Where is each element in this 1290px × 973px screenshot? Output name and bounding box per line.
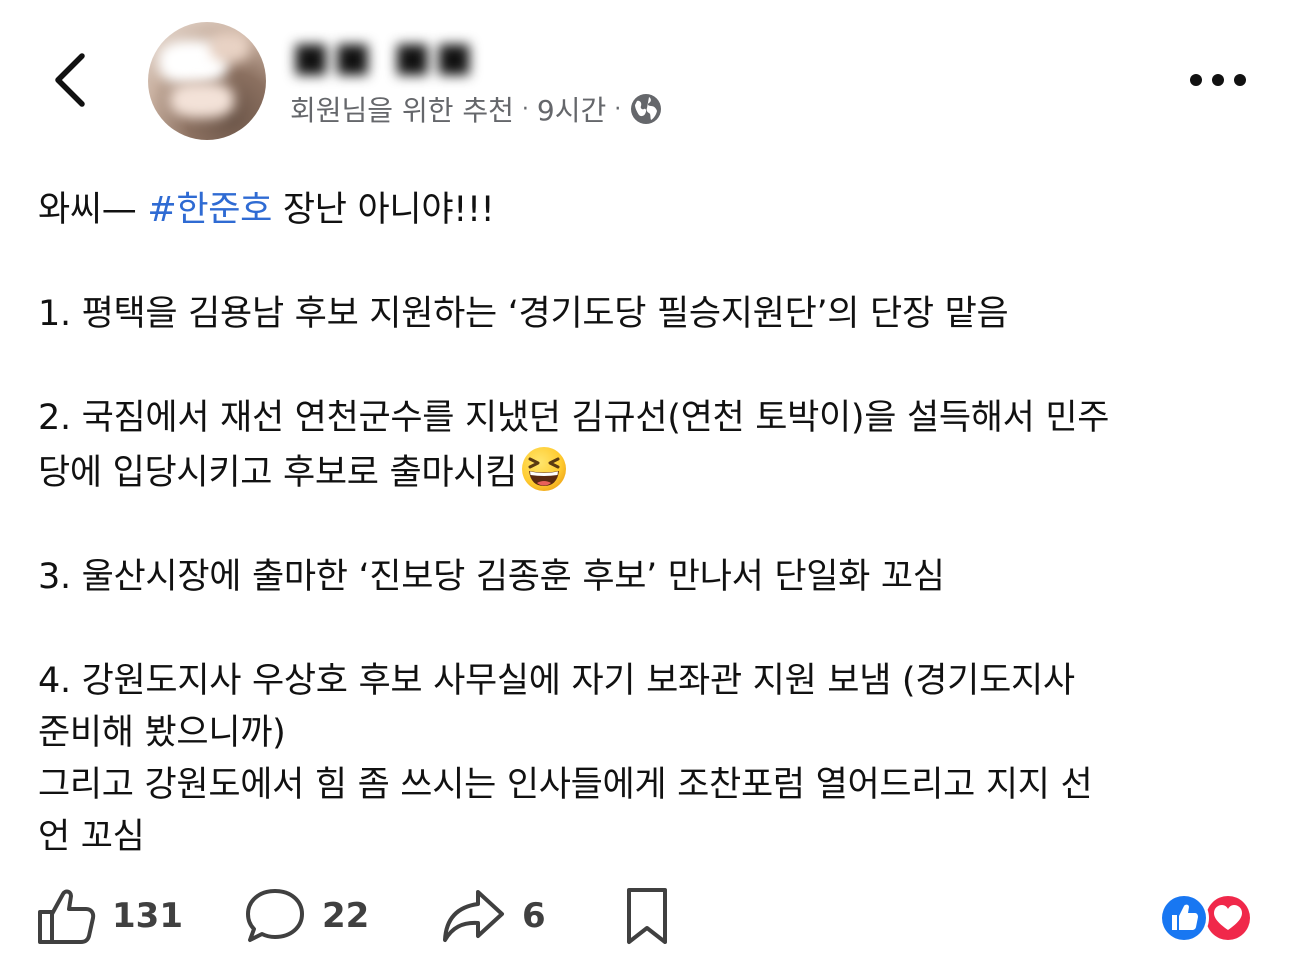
author-name[interactable]: ■■ ■■ — [292, 34, 477, 78]
headline-suffix: 장난 아니야!!! — [272, 190, 495, 230]
hashtag-link[interactable]: #한준호 — [147, 190, 272, 230]
post-headline: 와씨— #한준호 장난 아니야!!! — [38, 184, 1258, 236]
save-button[interactable] — [624, 884, 670, 948]
meta-separator: · — [521, 96, 529, 122]
list-item-2-line-1: 2. 국짐에서 재선 연천군수를 지냈던 김규선(연천 토박이)을 설득해서 민… — [38, 398, 1110, 438]
list-item-4-line-2: 준비해 봤으니까) — [38, 713, 286, 753]
post-text: 와씨— #한준호 장난 아니야!!! 1. 평택을 김용남 후보 지원하는 ‘경… — [38, 184, 1258, 863]
more-horizontal-icon — [1190, 74, 1246, 86]
avatar[interactable] — [148, 22, 266, 140]
action-bar: 131 22 6 — [0, 872, 1290, 962]
reaction-summary[interactable] — [1156, 890, 1256, 946]
more-options-button[interactable] — [1186, 60, 1250, 100]
headline-prefix: 와씨— — [38, 190, 148, 230]
list-item-1: 1. 평택을 김용남 후보 지원하는 ‘경기도당 필승지원단’의 단장 맡음 — [38, 294, 1009, 334]
comment-bubble-icon — [246, 889, 304, 942]
list-item-4-line-1: 4. 강원도지사 우상호 후보 사무실에 자기 보좌관 지원 보냄 (경기도지사 — [38, 661, 1075, 701]
list-item-2-text: 당에 입당시키고 후보로 출마시킴 — [38, 453, 518, 493]
like-reaction-icon — [1159, 893, 1209, 943]
list-item-2-line-2: 당에 입당시키고 후보로 출마시킴 — [38, 444, 1258, 499]
comment-button[interactable]: 22 — [244, 884, 369, 948]
grinning-squinting-face-icon — [522, 447, 567, 491]
back-button[interactable] — [44, 44, 104, 114]
post-time[interactable]: 9시간 — [537, 89, 606, 129]
post-header: ■■ ■■ 회원님을 위한 추천 · 9시간 · — [0, 0, 1290, 160]
list-item-4-line-3: 그리고 강원도에서 힘 좀 쓰시는 인사들에게 조찬포럼 열어드리고 지지 선 — [38, 765, 1093, 805]
globe-icon — [631, 94, 662, 124]
recommended-label: 회원님을 위한 추천 — [290, 94, 514, 127]
share-count: 6 — [522, 896, 546, 936]
comment-count: 22 — [322, 896, 370, 936]
post-meta: 회원님을 위한 추천 · 9시간 · — [290, 88, 663, 130]
love-reaction-icon — [1203, 893, 1253, 943]
list-item-4-line-4: 언 꼬심 — [38, 817, 145, 857]
list-item-3: 3. 울산시장에 출마한 ‘진보당 김종훈 후보’ 만나서 단일화 꼬심 — [38, 557, 945, 597]
share-arrow-icon — [443, 890, 504, 942]
chevron-left-icon — [55, 53, 85, 107]
bookmark-icon — [627, 888, 667, 944]
meta-separator: · — [614, 96, 622, 122]
like-count: 131 — [112, 896, 183, 936]
share-button[interactable]: 6 — [440, 884, 546, 948]
thumbs-up-icon — [38, 889, 96, 944]
like-button[interactable]: 131 — [36, 884, 183, 948]
